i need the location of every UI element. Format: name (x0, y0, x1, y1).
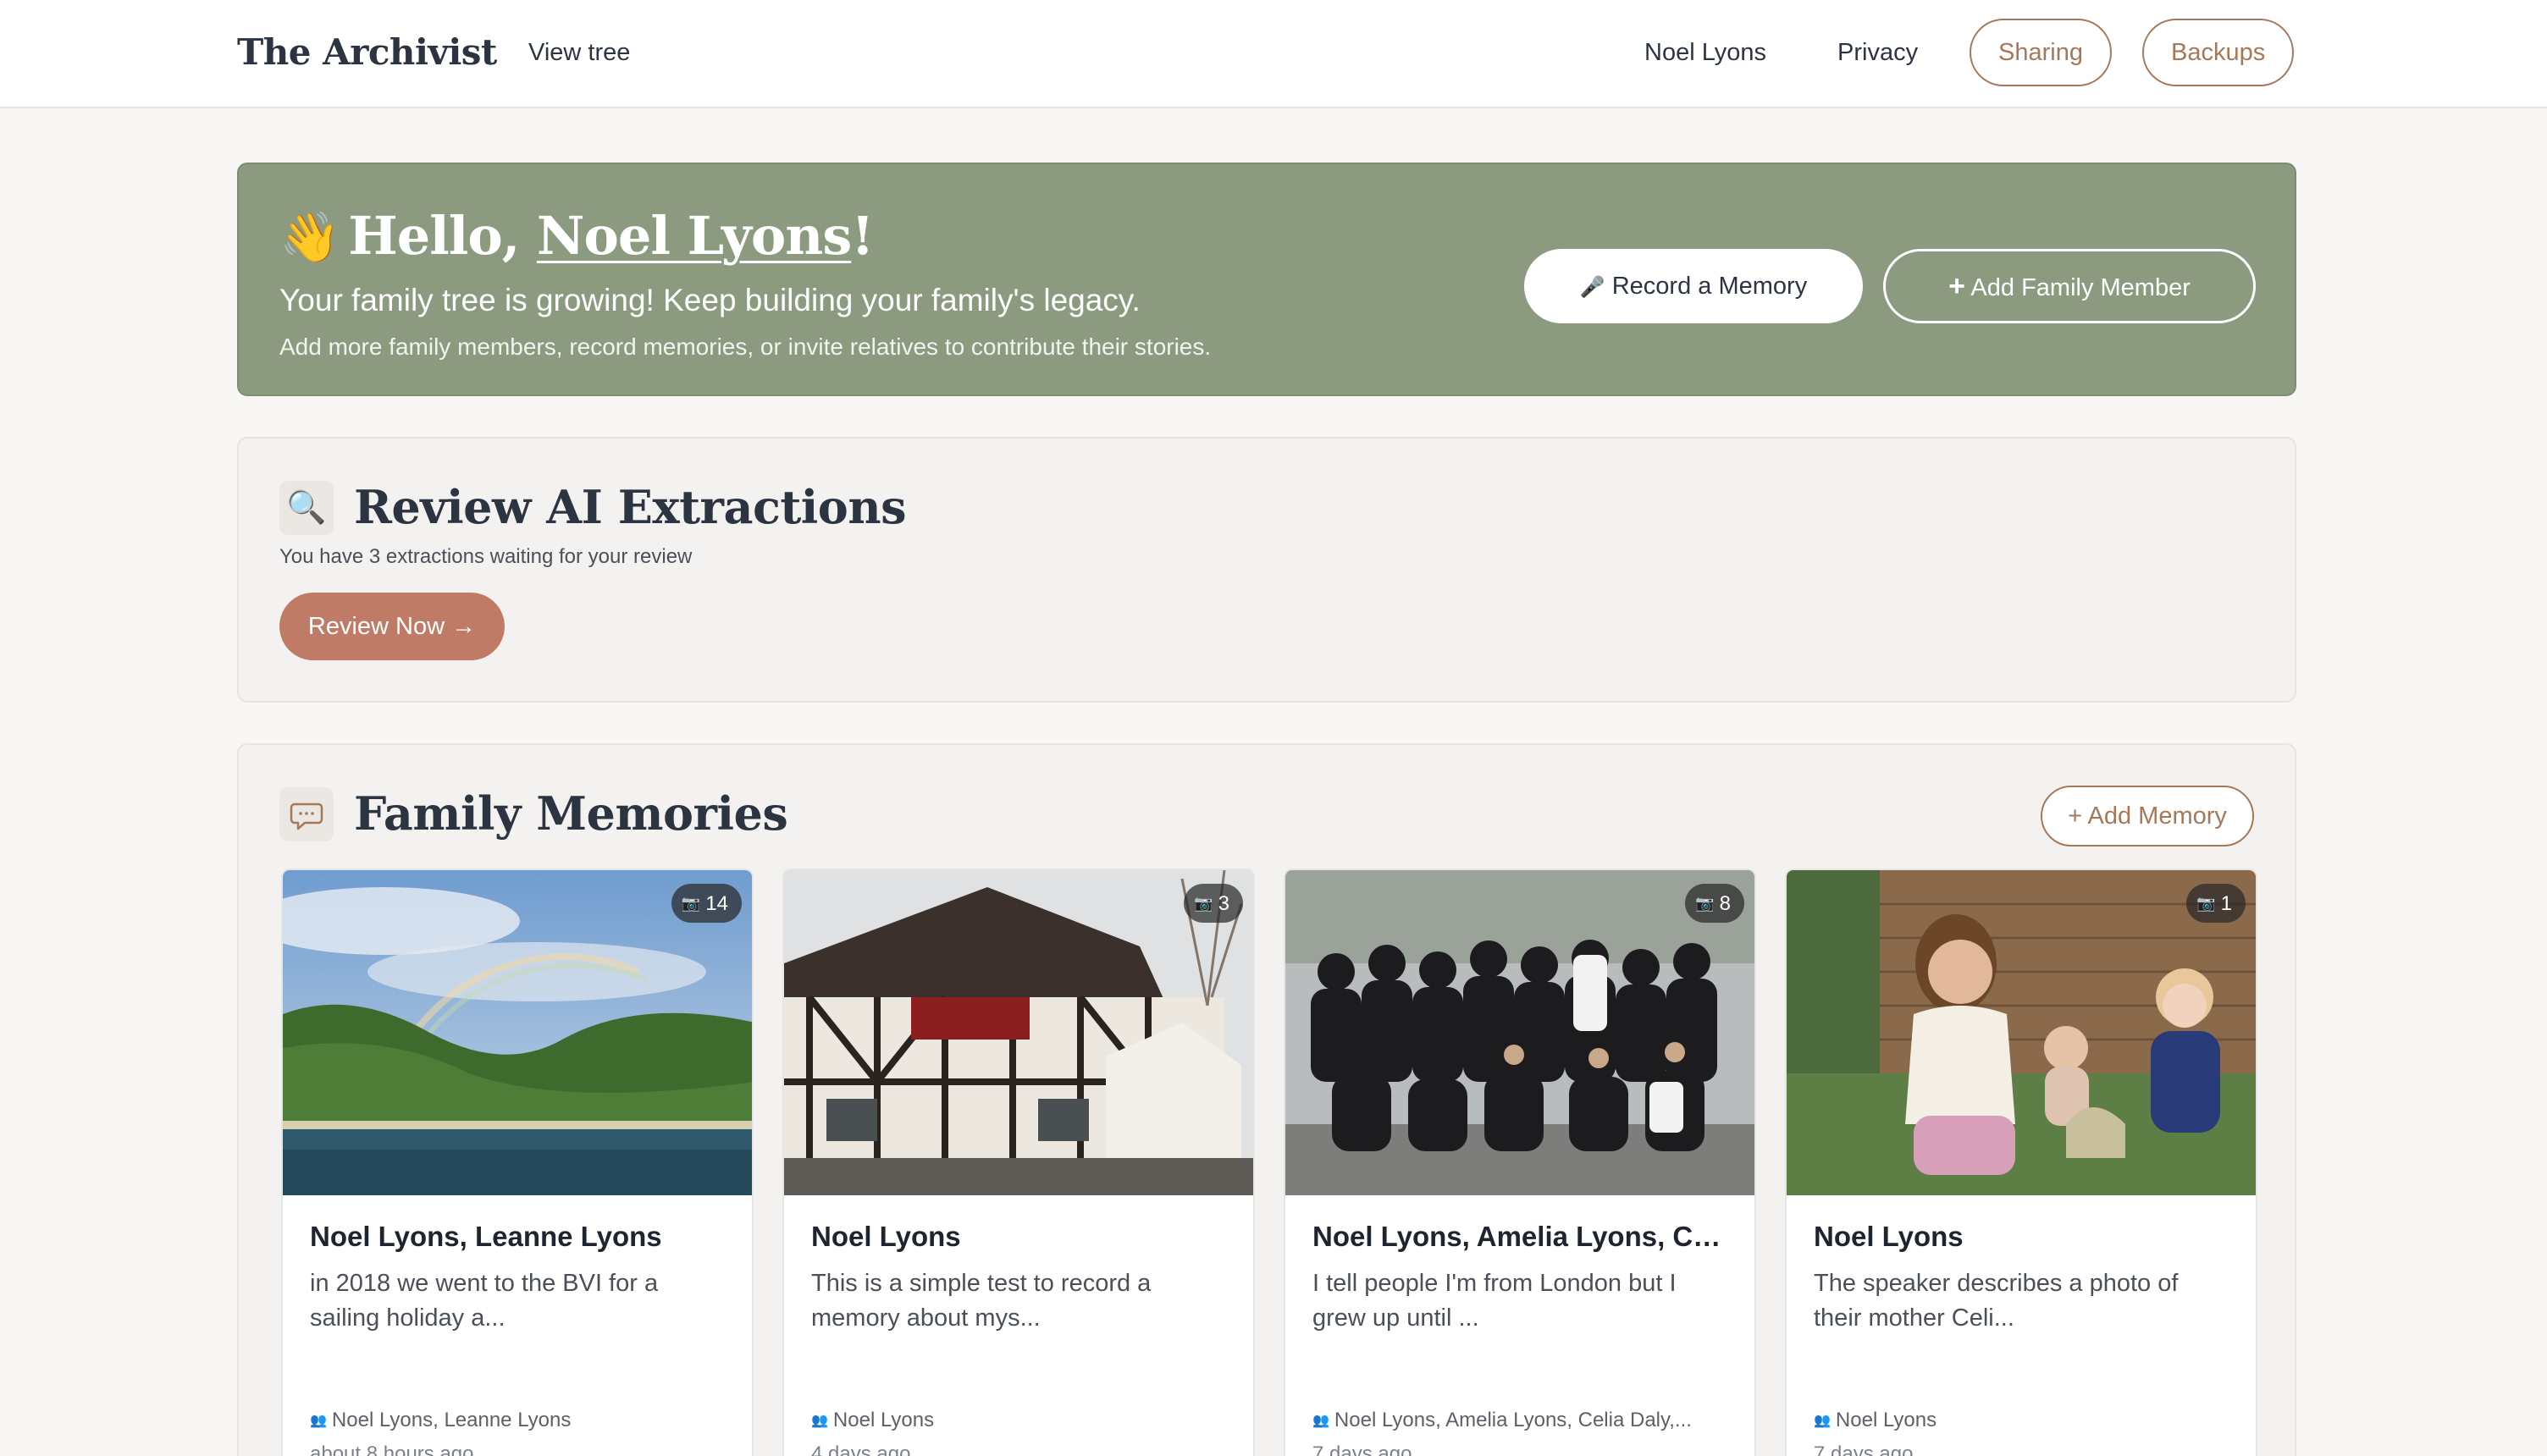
memory-excerpt: in 2018 we went to the BVI for a sailing… (310, 1270, 659, 1332)
memory-title: Noel Lyons (1814, 1221, 1964, 1252)
magnifier-icon: 🔍 (279, 481, 334, 535)
review-now-button[interactable]: Review Now → (279, 593, 505, 660)
welcome-subtitle: Your family tree is growing! Keep buildi… (279, 283, 1141, 317)
greeting-text: Hello, (348, 205, 537, 267)
camera-icon: 📷 (681, 895, 701, 912)
memory-card[interactable]: 📷 3 Noel Lyons This is a simple test to r… (782, 869, 1255, 1456)
people-icon: 👥 (310, 1414, 327, 1428)
memory-timestamp: about 8 hours ago (310, 1442, 474, 1456)
sharing-button[interactable]: Sharing (1970, 19, 2112, 86)
memory-people: 👥 Noel Lyons (1814, 1409, 2237, 1432)
brand-logo[interactable]: The Archivist (237, 25, 497, 80)
add-memory-button[interactable]: + Add Memory (2041, 786, 2254, 847)
people-icon: 👥 (1814, 1414, 1831, 1428)
people-list: Noel Lyons (1835, 1409, 1937, 1431)
top-navigation: The Archivist View tree Noel Lyons Priva… (0, 0, 2547, 108)
user-name-link[interactable]: Noel Lyons (537, 205, 852, 267)
memory-photo[interactable]: 📷 14 (283, 870, 752, 1195)
add-family-member-button[interactable]: + Add Family Member (1883, 249, 2256, 323)
memory-excerpt: This is a simple test to record a memory… (811, 1270, 1152, 1332)
add-family-member-label: Add Family Member (1970, 274, 2191, 301)
memory-title: Noel Lyons, Amelia Lyons, Cel... (1312, 1221, 1736, 1252)
page: The Archivist View tree Noel Lyons Priva… (0, 0, 2547, 1456)
welcome-heading: 👋 Hello, Noel Lyons! (279, 198, 874, 274)
photo-count-badge: 📷 8 (1685, 884, 1744, 923)
memory-title: Noel Lyons (811, 1221, 961, 1252)
memory-title: Noel Lyons, Leanne Lyons (310, 1221, 662, 1252)
memory-card[interactable]: 📷 1 Noel Lyons The speaker describes a ph… (1785, 869, 2257, 1456)
nav-privacy[interactable]: Privacy (1837, 32, 1918, 73)
memory-people: 👥 Noel Lyons (811, 1409, 1235, 1432)
people-list: Noel Lyons, Leanne Lyons (331, 1409, 572, 1431)
photo-count-badge: 📷 1 (2186, 884, 2246, 923)
memory-card[interactable]: 📷 8 Noel Lyons, Amelia Lyons, Cel... I te… (1284, 869, 1756, 1456)
memory-photo[interactable]: 📷 3 (784, 870, 1253, 1195)
waving-hand-icon: 👋 (279, 208, 340, 266)
memory-timestamp: 7 days ago (1312, 1442, 1412, 1456)
welcome-banner: 👋 Hello, Noel Lyons! Your family tree is … (237, 163, 2296, 396)
nav-user-profile[interactable]: Noel Lyons (1644, 32, 1766, 73)
record-memory-label: Record a Memory (1611, 273, 1808, 300)
people-list: Noel Lyons, Amelia Lyons, Celia Daly,... (1334, 1409, 1692, 1431)
camera-icon: 📷 (1695, 895, 1715, 912)
memory-people: 👥 Noel Lyons, Amelia Lyons, Celia Daly,..… (1312, 1409, 1736, 1432)
speech-bubble-icon (279, 787, 334, 841)
microphone-icon: 🎤 (1579, 276, 1605, 299)
people-icon: 👥 (1312, 1414, 1329, 1428)
memory-photo[interactable]: 📷 8 (1285, 870, 1754, 1195)
photo-count-badge: 📷 3 (1184, 884, 1243, 923)
memory-card[interactable]: 📷 14 Noel Lyons, Leanne Lyons in 2018 we … (281, 869, 754, 1456)
review-title: Review AI Extractions (354, 480, 906, 534)
camera-icon: 📷 (1194, 895, 1213, 912)
review-extractions-card: 🔍 Review AI Extractions You have 3 extra… (237, 437, 2296, 703)
record-memory-button[interactable]: 🎤 Record a Memory (1524, 249, 1863, 323)
memory-people: 👥 Noel Lyons, Leanne Lyons (310, 1409, 733, 1432)
photo-count: 8 (1719, 892, 1731, 915)
greeting-exclaim: ! (851, 205, 874, 267)
memory-timestamp: 4 days ago (811, 1442, 911, 1456)
memory-excerpt: The speaker describes a photo of their m… (1814, 1270, 2179, 1332)
memory-photo[interactable]: 📷 1 (1787, 870, 2256, 1195)
memory-timestamp: 7 days ago (1814, 1442, 1914, 1456)
camera-icon: 📷 (2196, 895, 2216, 912)
family-memories-section: Family Memories + Add Memory 📷 14 Noel L… (237, 743, 2296, 1456)
review-subtitle: You have 3 extractions waiting for your … (279, 545, 693, 568)
people-icon: 👥 (811, 1414, 828, 1428)
plus-icon: + (1948, 270, 1965, 302)
photo-count: 14 (705, 892, 728, 915)
people-list: Noel Lyons (832, 1409, 935, 1431)
memories-title: Family Memories (354, 786, 788, 841)
backups-button[interactable]: Backups (2142, 19, 2295, 86)
welcome-hint: Add more family members, record memories… (279, 334, 1212, 360)
memory-excerpt: I tell people I'm from London but I grew… (1312, 1270, 1677, 1332)
photo-count: 1 (2220, 892, 2232, 915)
nav-view-tree[interactable]: View tree (528, 32, 630, 73)
photo-count-badge: 📷 14 (671, 884, 742, 923)
photo-count: 3 (1218, 892, 1229, 915)
